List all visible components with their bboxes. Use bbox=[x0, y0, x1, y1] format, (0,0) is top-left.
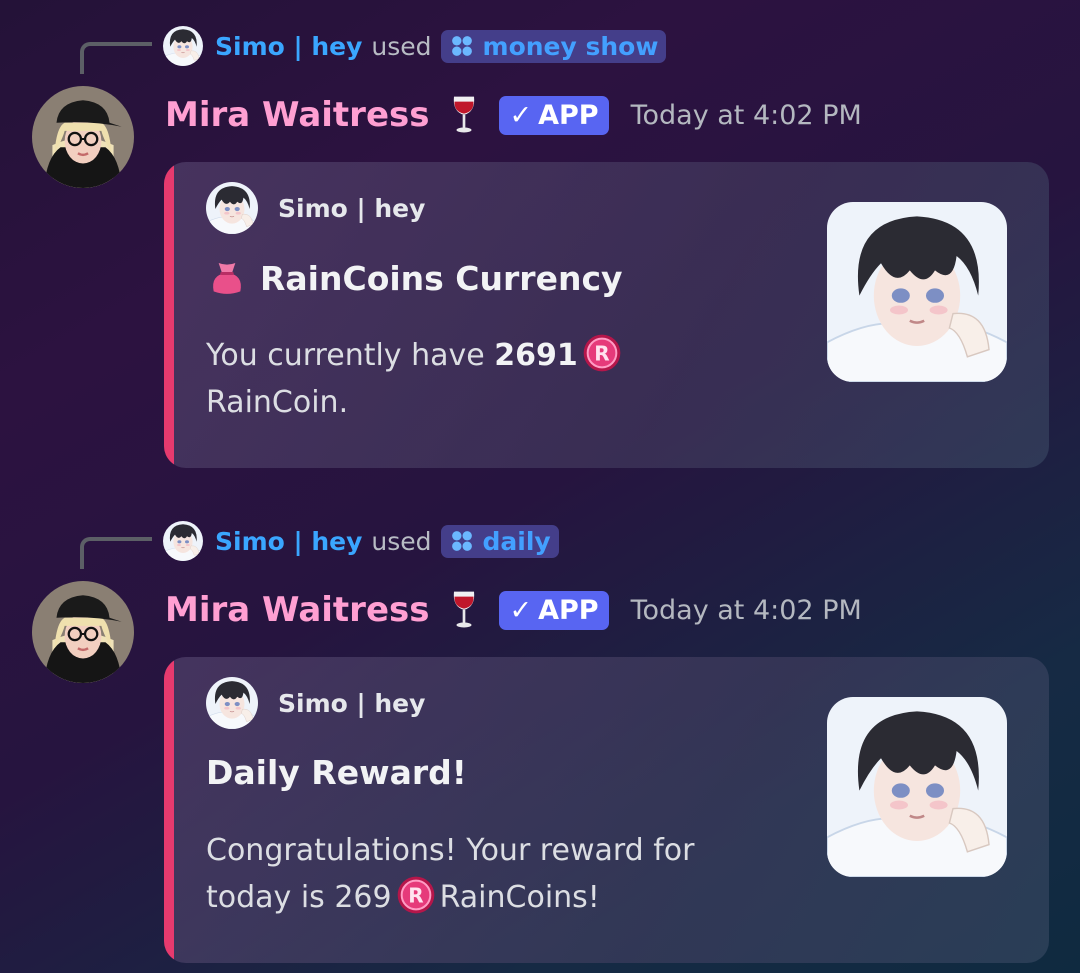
author-avatar[interactable] bbox=[32, 86, 134, 188]
raincoin-icon bbox=[582, 333, 622, 373]
command-name: money show bbox=[482, 31, 659, 61]
command-reply-line[interactable]: Simo | hey used daily bbox=[163, 521, 559, 561]
clover-icon bbox=[449, 33, 475, 59]
author-avatar[interactable] bbox=[32, 581, 134, 683]
embed-description: Congratulations! Your reward for today i… bbox=[206, 827, 766, 921]
embed-author-name: Simo | hey bbox=[278, 193, 426, 223]
embed-author-name: Simo | hey bbox=[278, 688, 426, 718]
coin-amount: 2691 bbox=[494, 338, 578, 373]
raincoin-icon bbox=[396, 875, 436, 915]
command-pill[interactable]: daily bbox=[440, 524, 559, 558]
command-pill[interactable]: money show bbox=[440, 29, 667, 63]
timestamp[interactable]: Today at 4:02 PM bbox=[631, 100, 862, 131]
app-badge: ✓ APP bbox=[499, 590, 609, 630]
author-name[interactable]: Mira Waitress bbox=[165, 95, 429, 135]
check-icon: ✓ bbox=[509, 594, 533, 626]
reply-connector bbox=[80, 537, 152, 569]
reply-used-text: used bbox=[371, 526, 432, 556]
wine-glass-icon bbox=[447, 95, 481, 135]
embed-title: RainCoins Currency bbox=[206, 258, 623, 298]
embed-author-avatar bbox=[206, 182, 258, 234]
embed-card: Simo | hey Daily Reward! Congratulations… bbox=[164, 657, 1049, 963]
message-1: Simo | hey used money show Mira Waitress… bbox=[0, 0, 1080, 468]
desc-suffix: RainCoins! bbox=[439, 880, 600, 915]
embed-title: Daily Reward! bbox=[206, 753, 467, 792]
message-2: Simo | hey used daily Mira Waitress ✓ AP… bbox=[0, 495, 1080, 963]
clover-icon bbox=[449, 528, 475, 554]
embed-author: Simo | hey bbox=[206, 182, 425, 234]
command-reply-line[interactable]: Simo | hey used money show bbox=[163, 26, 667, 66]
reply-connector bbox=[80, 42, 152, 74]
embed-description: You currently have 2691 RainCoin. bbox=[206, 332, 766, 426]
app-badge: ✓ APP bbox=[499, 95, 609, 135]
desc-suffix: RainCoin. bbox=[206, 385, 349, 420]
reply-username[interactable]: Simo | hey bbox=[215, 32, 362, 61]
reply-username[interactable]: Simo | hey bbox=[215, 527, 362, 556]
embed-author: Simo | hey bbox=[206, 677, 425, 729]
message-header: Mira Waitress ✓ APP Today at 4:02 PM bbox=[165, 585, 862, 635]
desc-prefix: You currently have bbox=[206, 338, 495, 373]
embed-title-text: RainCoins Currency bbox=[260, 258, 623, 298]
author-name[interactable]: Mira Waitress bbox=[165, 590, 429, 630]
money-bag-icon bbox=[206, 258, 248, 298]
embed-title-text: Daily Reward! bbox=[206, 753, 467, 792]
reply-avatar[interactable] bbox=[163, 521, 203, 561]
app-badge-label: APP bbox=[538, 594, 599, 626]
app-badge-label: APP bbox=[538, 99, 599, 131]
embed-thumbnail[interactable] bbox=[827, 697, 1007, 877]
embed-author-avatar bbox=[206, 677, 258, 729]
embed-card: Simo | hey RainCoins Currency You curren… bbox=[164, 162, 1049, 468]
embed-thumbnail[interactable] bbox=[827, 202, 1007, 382]
embed-accent-bar bbox=[164, 657, 174, 963]
message-header: Mira Waitress ✓ APP Today at 4:02 PM bbox=[165, 90, 862, 140]
command-name: daily bbox=[482, 526, 551, 556]
embed-accent-bar bbox=[164, 162, 174, 468]
check-icon: ✓ bbox=[509, 99, 533, 131]
wine-glass-icon bbox=[447, 590, 481, 630]
timestamp[interactable]: Today at 4:02 PM bbox=[631, 595, 862, 626]
reply-used-text: used bbox=[371, 31, 432, 61]
reply-avatar[interactable] bbox=[163, 26, 203, 66]
